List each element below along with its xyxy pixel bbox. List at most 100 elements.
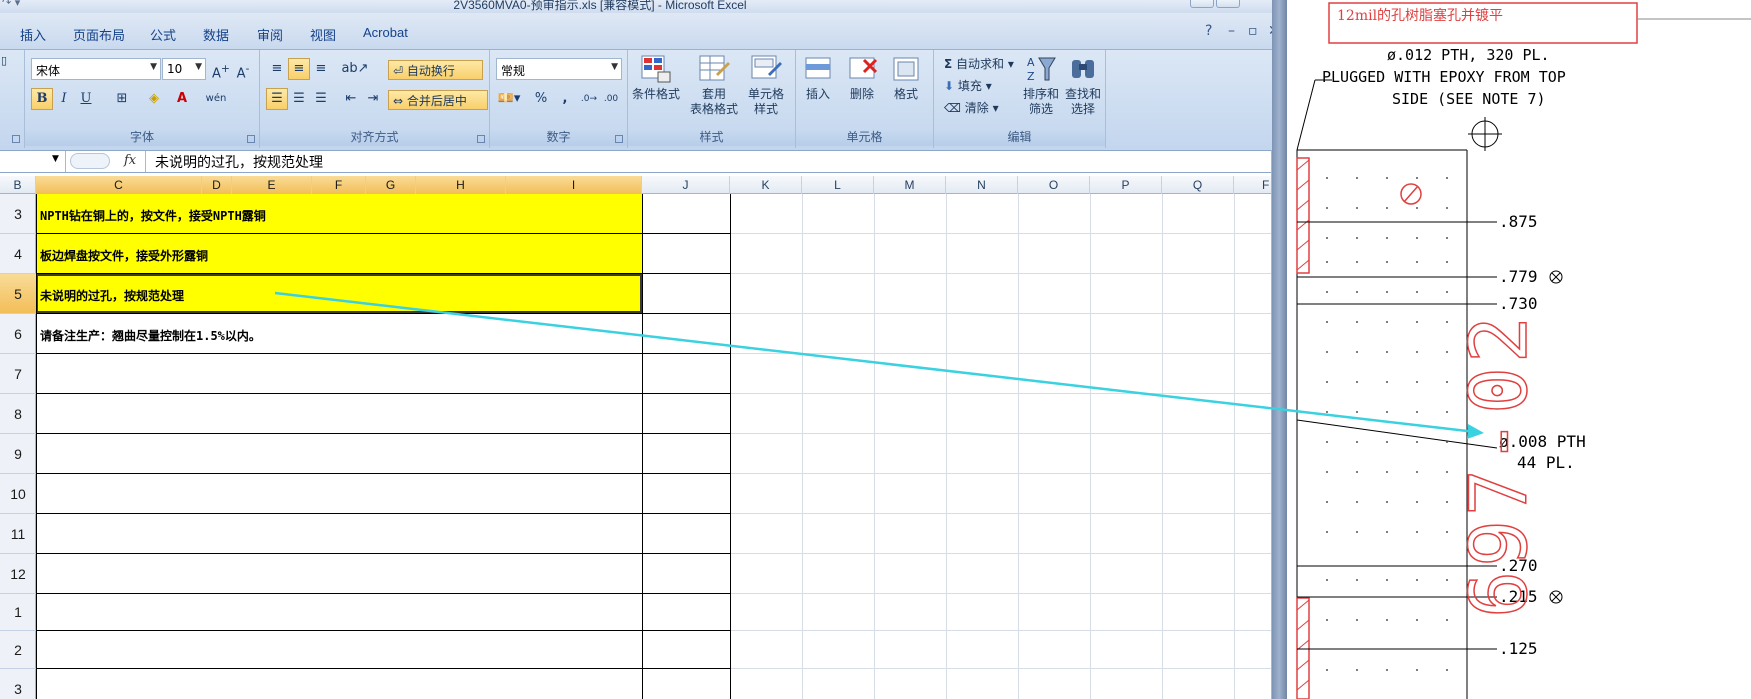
row-header[interactable]: 10	[0, 474, 36, 514]
shrink-font-icon[interactable]: A-	[232, 58, 254, 81]
col-header-i[interactable]: I	[506, 176, 642, 194]
conditional-format-icon	[641, 55, 671, 83]
col-header-p[interactable]: P	[1090, 176, 1162, 194]
tab-page-layout[interactable]: 页面布局	[73, 25, 125, 44]
col-header-g[interactable]: G	[366, 176, 416, 194]
clear-button[interactable]: ⌫ 清除 ▾	[944, 98, 999, 118]
col-header-c[interactable]: C	[36, 176, 202, 194]
decrease-decimal-icon[interactable]: .00	[600, 88, 622, 110]
worksheet-grid[interactable]: NPTH钻在铜上的，按文件，接受NPTH露铜 板边焊盘按文件，接受外形露铜 未说…	[36, 194, 1275, 699]
align-top-icon[interactable]: ≡	[266, 58, 288, 80]
format-cells-button[interactable]: 格式	[884, 52, 928, 124]
find-select-button[interactable]: 查找和 选择	[1062, 52, 1104, 124]
formula-expand-icon[interactable]	[70, 153, 110, 169]
help-icon[interactable]: ?	[1205, 23, 1212, 39]
borders-icon[interactable]: ⊞	[111, 88, 133, 110]
font-size-combo[interactable]: 10 ▼	[162, 58, 206, 80]
number-format-combo[interactable]: 常规 ▼	[496, 58, 622, 80]
clipboard-dialog-launcher[interactable]	[12, 135, 20, 143]
orientation-icon[interactable]: ab↗	[340, 58, 370, 80]
delete-cells-button[interactable]: 删除	[840, 52, 884, 124]
editing-group: Σ 自动求和 ▾ ⬇ 填充 ▾ ⌫ 清除 ▾ A Z 排序和 筛选 查找和 选择…	[934, 50, 1106, 148]
paste-icon[interactable]: ▯	[1, 54, 7, 67]
align-bottom-icon[interactable]: ≡	[310, 58, 332, 80]
minimize-window-button[interactable]	[1190, 0, 1214, 8]
x-circle-icon	[1549, 270, 1563, 284]
font-name-combo[interactable]: 宋体 ▼	[31, 58, 161, 80]
row-header[interactable]: 11	[0, 514, 36, 554]
row-header[interactable]: 7	[0, 354, 36, 394]
fill-button[interactable]: ⬇ 填充 ▾	[944, 76, 992, 96]
insert-function-button[interactable]: fx	[124, 153, 136, 168]
comma-button[interactable]: ,	[554, 88, 576, 110]
align-right-icon[interactable]: ☰	[310, 88, 332, 110]
row-header[interactable]: 8	[0, 394, 36, 434]
font-color-icon[interactable]: A	[171, 88, 193, 110]
name-box[interactable]: ▼	[0, 151, 66, 172]
conditional-format-button[interactable]: 条件格式	[630, 52, 682, 124]
col-header-e[interactable]: E	[232, 176, 312, 194]
sort-filter-label-2: 筛选	[1028, 102, 1053, 116]
underline-button[interactable]: U	[75, 88, 97, 110]
font-dialog-launcher[interactable]	[247, 135, 255, 143]
sort-filter-label-1: 排序和	[1022, 87, 1059, 101]
increase-indent-icon[interactable]: ⇥	[362, 88, 384, 110]
alignment-group-label: 对齐方式	[260, 129, 489, 146]
col-header-l[interactable]: L	[802, 176, 874, 194]
sort-filter-icon: A Z	[1027, 56, 1056, 83]
insert-cells-button[interactable]: 插入	[796, 52, 840, 124]
merge-center-button[interactable]: ⇔ 合并后居中	[388, 90, 488, 110]
ribbon-restore-icon[interactable]: ▫	[1248, 23, 1258, 39]
col-header-n[interactable]: N	[946, 176, 1018, 194]
col-header-f[interactable]: F	[312, 176, 366, 194]
bold-button[interactable]: B	[31, 88, 53, 110]
format-as-table-button[interactable]: 套用 表格格式	[688, 52, 740, 124]
name-box-dropdown-icon[interactable]: ▼	[52, 154, 59, 164]
tab-review[interactable]: 审阅	[257, 25, 283, 44]
alignment-dialog-launcher[interactable]	[477, 135, 485, 143]
row-header[interactable]: 4	[0, 234, 36, 274]
col-header-m[interactable]: M	[874, 176, 946, 194]
cell-styles-button[interactable]: 单元格 样式	[740, 52, 792, 124]
row-header[interactable]: 5	[0, 274, 36, 314]
italic-button[interactable]: I	[53, 88, 75, 110]
wrap-text-button[interactable]: ⏎ 自动换行	[388, 60, 483, 80]
sort-filter-button[interactable]: A Z 排序和 筛选	[1020, 52, 1062, 124]
tab-acrobat[interactable]: Acrobat	[363, 25, 408, 40]
row-header[interactable]: 3	[0, 194, 36, 234]
grow-font-icon[interactable]: A+	[210, 58, 232, 81]
maximize-window-button[interactable]	[1216, 0, 1240, 8]
number-dialog-launcher[interactable]	[615, 135, 623, 143]
row-header[interactable]: 12	[0, 554, 36, 594]
tab-insert[interactable]: 插入	[20, 25, 46, 44]
tab-view[interactable]: 视图	[310, 25, 336, 44]
col-header-b[interactable]: B	[0, 176, 36, 194]
row-header[interactable]: 3	[0, 669, 36, 699]
col-header-j[interactable]: J	[642, 176, 730, 194]
autosum-button[interactable]: Σ 自动求和 ▾	[944, 54, 1014, 74]
row-header[interactable]: 1	[0, 594, 36, 631]
col-header-k[interactable]: K	[730, 176, 802, 194]
row-header[interactable]: 9	[0, 434, 36, 474]
col-header-d[interactable]: D	[202, 176, 232, 194]
formula-content[interactable]: 未说明的过孔，按规范处理	[155, 152, 323, 172]
decrease-indent-icon[interactable]: ⇤	[340, 88, 362, 110]
col-header-o[interactable]: O	[1018, 176, 1090, 194]
tab-formulas[interactable]: 公式	[150, 25, 176, 44]
align-middle-icon[interactable]: ≡	[288, 58, 310, 80]
col-header-q[interactable]: Q	[1162, 176, 1234, 194]
percent-button[interactable]: %	[530, 88, 552, 110]
alignment-group: ≡ ≡ ≡ ab↗ ☰ ☰ ☰ ⇤ ⇥ ⏎ 自动换行 ⇔ 合并后居中 对齐方式	[260, 50, 490, 148]
phonetic-guide-button[interactable]: wén	[203, 88, 229, 110]
align-left-icon[interactable]: ☰	[266, 88, 288, 110]
increase-decimal-icon[interactable]: .0→	[578, 88, 600, 110]
row-header[interactable]: 6	[0, 314, 36, 354]
currency-format-icon[interactable]: 💴▾	[494, 88, 524, 110]
col-header-h[interactable]: H	[416, 176, 506, 194]
editing-group-label: 编辑	[934, 129, 1105, 146]
row-header[interactable]: 2	[0, 631, 36, 669]
align-center-icon[interactable]: ☰	[288, 88, 310, 110]
ribbon-minimize-icon[interactable]: –	[1228, 23, 1235, 39]
fill-color-icon[interactable]: ◈	[143, 88, 165, 110]
tab-data[interactable]: 数据	[203, 25, 229, 44]
